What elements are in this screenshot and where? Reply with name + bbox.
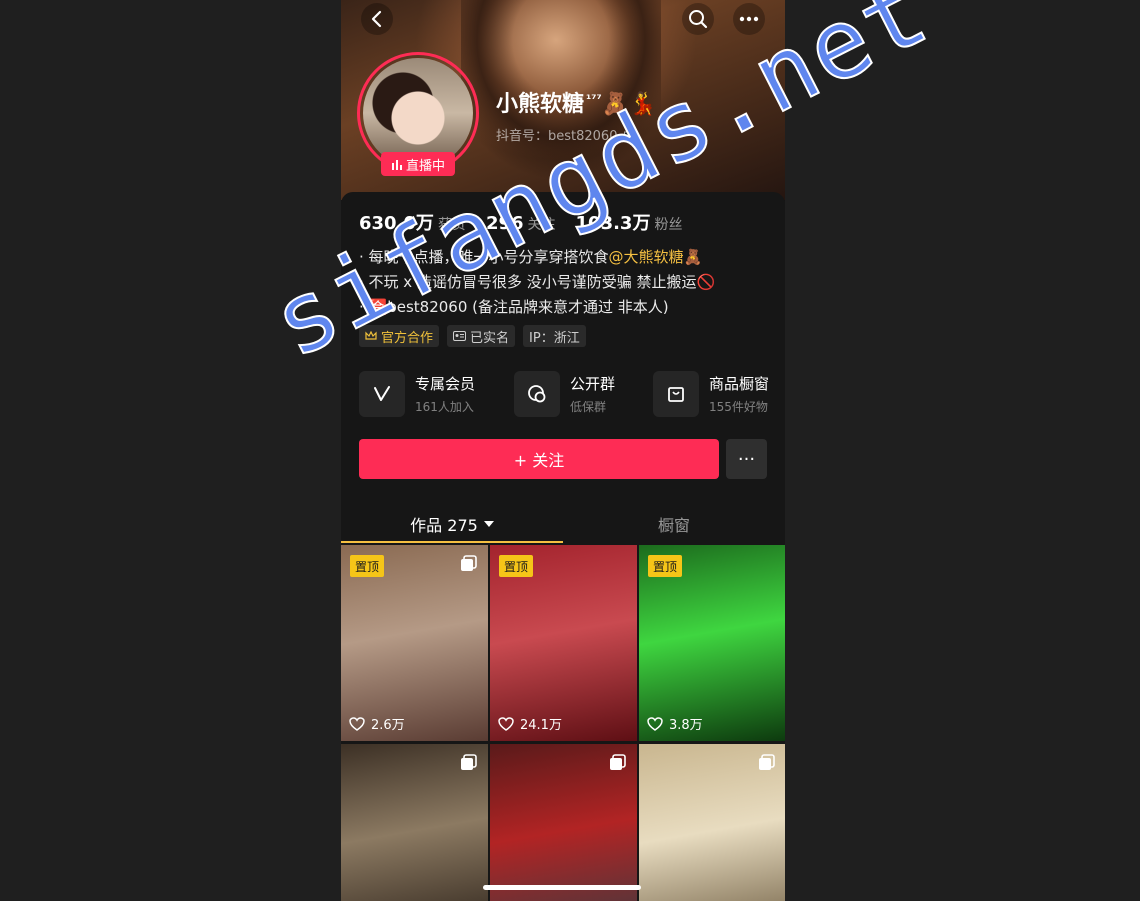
video-thumbnail[interactable]: 置顶 2.6万: [341, 545, 488, 741]
tab-shop-window[interactable]: 橱窗: [563, 504, 785, 544]
like-count: 3.8万: [647, 714, 703, 733]
pinned-badge: 置顶: [350, 555, 385, 577]
feature-shop-title: 商品橱窗: [709, 375, 770, 393]
live-badge-label: 直播中: [405, 158, 445, 174]
feature-membership[interactable]: 专属会员 161人加入: [359, 370, 475, 418]
video-grid: 置顶 2.6万 置顶 24.1万 置顶 3.8万: [341, 545, 785, 901]
tag-verified[interactable]: 已实名: [447, 325, 516, 347]
ellipsis-icon: [739, 16, 759, 22]
feature-group-sub: 低保群: [570, 400, 607, 414]
tag-ip-location-label: IP：浙江: [529, 330, 580, 346]
bio-mention-link[interactable]: @大熊软糖: [609, 248, 684, 266]
feature-row: 专属会员 161人加入 公开群 低保群 商品橱窗 155件好物: [359, 370, 779, 418]
like-count-value: 3.8万: [669, 718, 703, 733]
search-button[interactable]: [682, 3, 714, 35]
multi-image-icon: [759, 754, 775, 770]
pinned-badge: 置顶: [648, 555, 683, 577]
tag-verified-label: 已实名: [470, 330, 510, 346]
like-count-value: 24.1万: [520, 718, 562, 733]
id-card-icon: [453, 331, 467, 341]
video-thumbnail[interactable]: [639, 744, 785, 901]
feature-membership-title: 专属会员: [415, 375, 476, 393]
feature-group-icon-box: [514, 371, 560, 417]
caret-down-icon: [483, 521, 494, 527]
feature-shop-sub: 155件好物: [709, 400, 768, 414]
live-badge[interactable]: 直播中: [381, 152, 455, 176]
like-count: 2.6万: [349, 714, 405, 733]
video-thumbnail[interactable]: [490, 744, 637, 901]
heart-icon: [349, 716, 365, 731]
multi-image-icon: [610, 754, 626, 770]
stat-followers-label: 粉丝: [654, 217, 683, 233]
feature-membership-sub: 161人加入: [415, 400, 474, 414]
tab-works[interactable]: 作品 275: [341, 504, 563, 544]
follow-button[interactable]: + 关注: [359, 439, 719, 479]
multi-image-icon: [461, 555, 477, 571]
like-count: 24.1万: [498, 714, 562, 733]
like-count-value: 2.6万: [371, 718, 405, 733]
feature-shop-window[interactable]: 商品橱窗 155件好物: [653, 370, 769, 418]
multi-image-icon: [461, 754, 477, 770]
heart-icon: [647, 716, 663, 731]
heart-icon: [498, 716, 514, 731]
live-bars-icon: [391, 159, 402, 170]
video-thumbnail[interactable]: [341, 744, 488, 901]
feature-shop-icon-box: [653, 371, 699, 417]
feature-membership-icon-box: [359, 371, 405, 417]
search-icon: [689, 10, 708, 29]
video-thumbnail[interactable]: 置顶 24.1万: [490, 545, 637, 741]
back-button[interactable]: [361, 3, 393, 35]
bag-icon: [668, 387, 684, 402]
profile-name-text: 小熊软糖: [496, 92, 585, 117]
bio-line-1-emoji: 🧸: [683, 248, 703, 266]
chevron-left-icon: [371, 10, 382, 28]
feature-public-group[interactable]: 公开群 低保群: [514, 370, 615, 418]
v-icon: [374, 386, 390, 401]
tab-works-label: 作品 275: [410, 516, 478, 535]
tag-ip-location: IP：浙江: [523, 325, 586, 347]
follow-more-button[interactable]: ···: [726, 439, 767, 479]
video-thumbnail[interactable]: 置顶 3.8万: [639, 545, 785, 741]
active-tab-indicator: [341, 541, 563, 543]
pinned-badge: 置顶: [499, 555, 534, 577]
content-tabs: 作品 275 橱窗: [341, 504, 785, 546]
feature-group-title: 公开群: [570, 375, 616, 393]
chat-icon: [528, 385, 546, 403]
home-indicator[interactable]: [483, 885, 641, 890]
